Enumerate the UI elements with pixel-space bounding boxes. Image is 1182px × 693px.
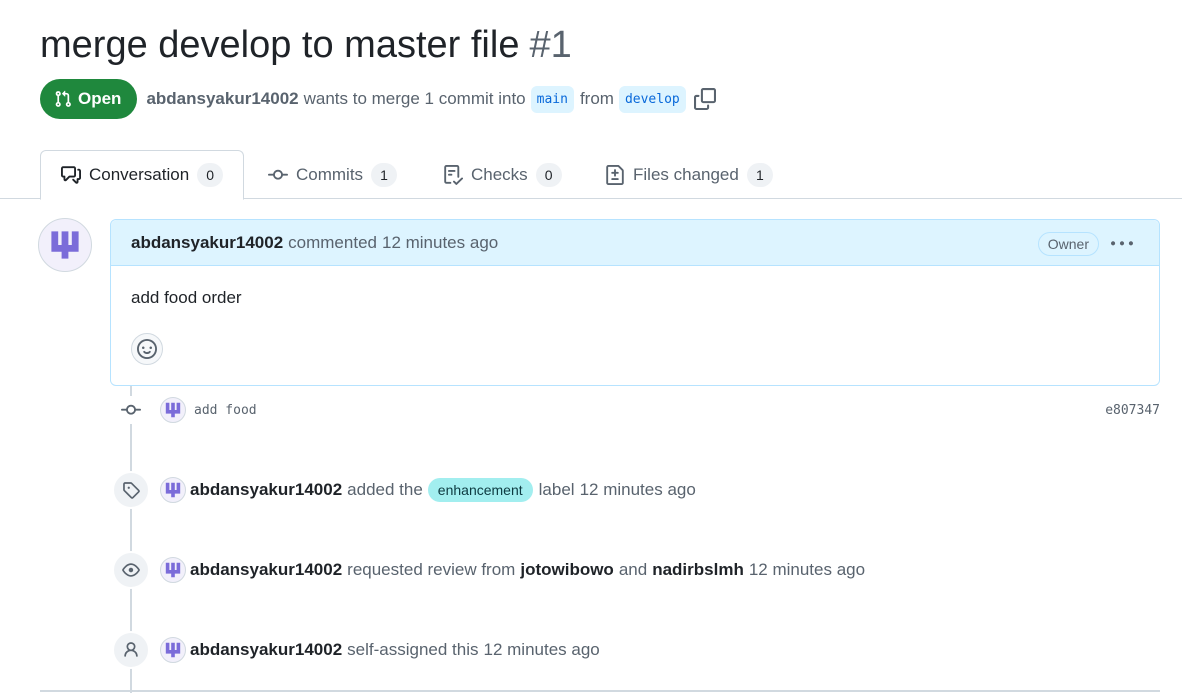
comment-discussion-icon bbox=[61, 165, 81, 185]
smiley-icon bbox=[137, 339, 157, 359]
git-pull-request-icon bbox=[54, 90, 72, 108]
tab-conversation-label: Conversation bbox=[89, 165, 190, 184]
avatar[interactable] bbox=[160, 477, 186, 503]
tab-commits-label: Commits bbox=[296, 164, 364, 184]
event-text: added the bbox=[347, 480, 423, 499]
tab-checks[interactable]: Checks 0 bbox=[443, 150, 562, 199]
comment-box: abdansyakur14002 commented 12 minutes ag… bbox=[110, 219, 1160, 386]
checklist-icon bbox=[443, 164, 463, 185]
git-commit-icon bbox=[268, 165, 288, 185]
comment-time[interactable]: 12 minutes ago bbox=[382, 233, 498, 253]
timeline-event-labeled: abdansyakur14002 added the enhancement l… bbox=[112, 471, 696, 509]
reviewer-link[interactable]: jotowibowo bbox=[520, 560, 613, 580]
timeline-event-review-requested: abdansyakur14002 requested review from j… bbox=[112, 551, 865, 589]
comment-header: abdansyakur14002 commented 12 minutes ag… bbox=[111, 220, 1159, 266]
pr-tabs: Conversation 0 Commits 1 Checks 0 Files … bbox=[0, 150, 1182, 200]
reviewer-link[interactable]: nadirbslmh bbox=[652, 560, 744, 580]
pr-state-row: Open abdansyakur14002 wants to merge 1 c… bbox=[40, 79, 716, 119]
tab-conversation-count: 0 bbox=[197, 163, 224, 187]
tab-checks-label: Checks bbox=[471, 164, 528, 184]
tab-files-changed-count: 1 bbox=[746, 162, 773, 187]
tab-commits-count: 1 bbox=[371, 162, 398, 187]
merge-text: wants to merge 1 commit into bbox=[303, 89, 526, 108]
from-text: from bbox=[579, 89, 614, 108]
comment-author-link[interactable]: abdansyakur14002 bbox=[131, 233, 283, 253]
avatar[interactable] bbox=[160, 397, 186, 423]
event-text: self-assigned this bbox=[347, 640, 479, 659]
tab-checks-count: 0 bbox=[535, 162, 562, 187]
author-avatar[interactable] bbox=[38, 218, 92, 272]
git-commit-icon bbox=[118, 396, 144, 424]
avatar[interactable] bbox=[160, 557, 186, 583]
state-label: Open bbox=[78, 89, 122, 108]
event-author-link[interactable]: abdansyakur14002 bbox=[190, 480, 342, 500]
tab-conversation[interactable]: Conversation 0 bbox=[40, 150, 245, 200]
tab-files-changed-label: Files changed bbox=[633, 164, 739, 184]
event-time[interactable]: 12 minutes ago bbox=[484, 640, 600, 660]
tab-files-changed[interactable]: Files changed 1 bbox=[605, 150, 773, 199]
event-time[interactable]: 12 minutes ago bbox=[580, 480, 696, 500]
event-text: requested review from bbox=[347, 560, 516, 579]
divider bbox=[40, 690, 1160, 692]
event-time[interactable]: 12 minutes ago bbox=[749, 560, 865, 580]
pr-number: #1 bbox=[529, 24, 572, 66]
pr-meta: abdansyakur14002 wants to merge 1 commit… bbox=[146, 85, 716, 113]
open-state-badge[interactable]: Open bbox=[40, 79, 138, 119]
pr-title: merge develop to master file #1 bbox=[40, 24, 572, 67]
avatar[interactable] bbox=[160, 637, 186, 663]
owner-badge: Owner bbox=[1037, 232, 1099, 256]
tag-icon bbox=[112, 471, 150, 509]
person-icon bbox=[112, 631, 150, 669]
eye-icon bbox=[112, 551, 150, 589]
tab-commits[interactable]: Commits 1 bbox=[268, 150, 398, 199]
event-author-link[interactable]: abdansyakur14002 bbox=[190, 560, 342, 580]
commit-message-link[interactable]: add food bbox=[194, 403, 257, 418]
pr-title-text: merge develop to master file bbox=[40, 24, 520, 66]
label-enhancement[interactable]: enhancement bbox=[427, 478, 533, 502]
pr-author-link[interactable]: abdansyakur14002 bbox=[146, 89, 298, 109]
file-diff-icon bbox=[605, 164, 625, 185]
add-reaction-button[interactable] bbox=[131, 333, 163, 365]
copy-icon[interactable] bbox=[693, 88, 716, 110]
timeline-event-assigned: abdansyakur14002 self-assigned this 12 m… bbox=[112, 631, 600, 669]
head-branch[interactable]: develop bbox=[618, 85, 686, 113]
event-text: label bbox=[538, 480, 575, 499]
kebab-horizontal-icon[interactable] bbox=[1109, 232, 1135, 256]
event-text: and bbox=[618, 560, 648, 579]
comment-action: commented bbox=[288, 232, 377, 252]
event-author-link[interactable]: abdansyakur14002 bbox=[190, 640, 342, 660]
timeline-commit: add food e807347 bbox=[118, 396, 1160, 424]
commit-sha-link[interactable]: e807347 bbox=[1105, 403, 1160, 418]
base-branch[interactable]: main bbox=[530, 85, 574, 113]
comment-body: add food order bbox=[131, 288, 242, 307]
